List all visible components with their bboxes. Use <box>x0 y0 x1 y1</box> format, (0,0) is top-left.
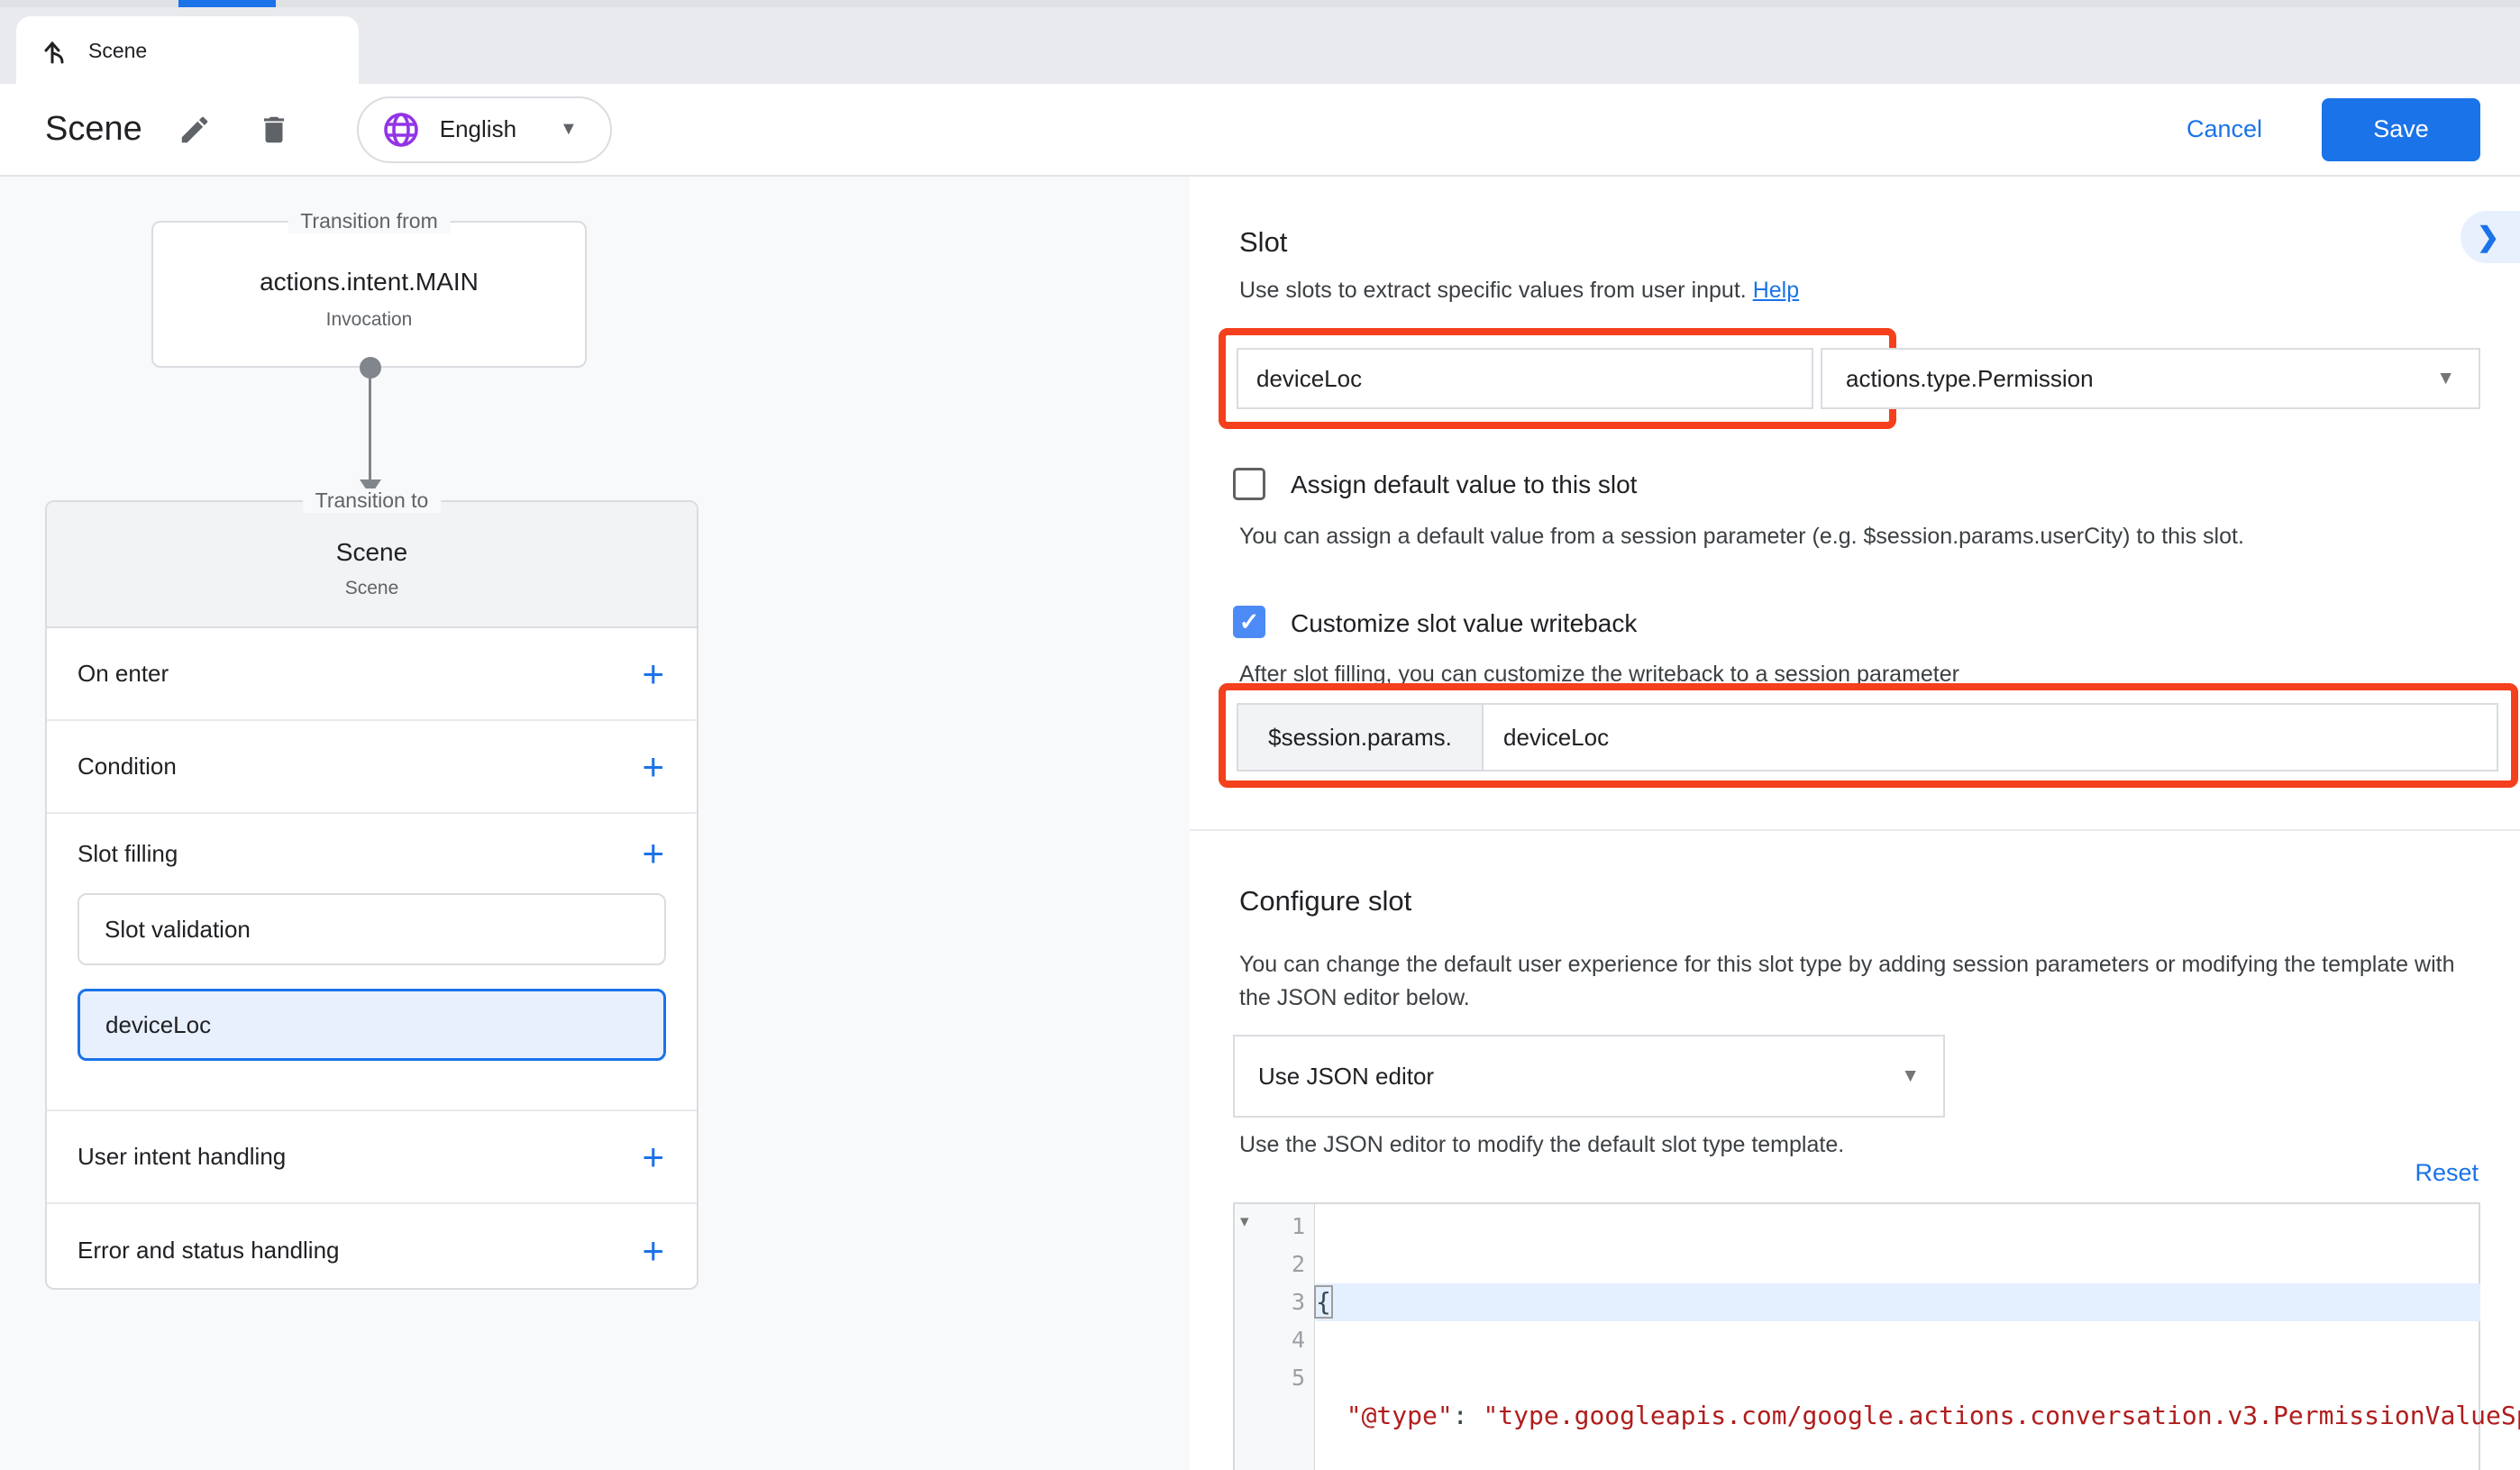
json-editor[interactable]: ▾ 1 2 3 4 5 { "@type": "type.googleapis.… <box>1233 1202 2480 1470</box>
section-on-enter: On enter + <box>47 628 697 721</box>
json-editor-hint: Use the JSON editor to modify the defaul… <box>1239 1132 1844 1158</box>
chevron-down-icon: ▼ <box>560 119 578 140</box>
app-bar: Scene English ▼ Cancel Save <box>0 84 2520 177</box>
edit-scene-button[interactable] <box>168 103 222 157</box>
editor-line-numbers: 1 2 3 4 5 <box>1292 1208 1305 1397</box>
writeback-checkbox[interactable]: ✓ <box>1233 606 1265 638</box>
slot-type-dropdown[interactable]: actions.type.Permission ▼ <box>1821 348 2480 409</box>
section-slot-filling: Slot filling + Slot validation deviceLoc <box>47 814 697 1111</box>
tab-bar: Scene <box>0 7 2520 84</box>
configure-slot-heading: Configure slot <box>1239 885 1411 918</box>
scene-card-header[interactable]: Scene Scene <box>47 502 697 628</box>
transition-from-box[interactable]: Transition from actions.intent.MAIN Invo… <box>151 221 587 368</box>
assign-default-checkbox[interactable] <box>1233 468 1265 500</box>
section-label: Condition <box>78 753 177 781</box>
help-link[interactable]: Help <box>1753 278 1799 303</box>
language-label: English <box>440 115 516 143</box>
slot-description: Use slots to extract specific values fro… <box>1239 278 1799 304</box>
save-button[interactable]: Save <box>2322 98 2480 161</box>
section-condition: Condition + <box>47 721 697 814</box>
assign-default-label: Assign default value to this slot <box>1291 470 1637 499</box>
scene-editor-screen: Scene Scene English ▼ <box>0 0 2520 1470</box>
assign-default-description: You can assign a default value from a se… <box>1239 524 2244 550</box>
intent-name: actions.intent.MAIN <box>153 268 585 297</box>
collapse-panel-button[interactable]: ❯ <box>2461 211 2520 263</box>
section-user-intent-handling: User intent handling + <box>47 1111 697 1204</box>
add-user-intent-button[interactable]: + <box>642 1138 664 1176</box>
slot-name-input[interactable] <box>1237 348 1813 409</box>
section-label: Slot filling <box>78 840 178 868</box>
language-selector[interactable]: English ▼ <box>357 96 612 163</box>
slot-config-mode-dropdown[interactable]: Use JSON editor ▼ <box>1233 1035 1945 1118</box>
transition-to-card: Transition to Scene Scene On enter + Con… <box>45 500 698 1290</box>
top-progress-indicator <box>178 0 276 7</box>
add-condition-button[interactable]: + <box>642 748 664 786</box>
slot-deviceloc-label: deviceLoc <box>105 1011 211 1039</box>
transition-from-legend: Transition from <box>288 209 451 233</box>
code-line: "@type": "type.googleapis.com/google.act… <box>1316 1397 2480 1435</box>
chevron-down-icon: ▼ <box>1901 1065 1920 1087</box>
editor-gutter: ▾ 1 2 3 4 5 <box>1235 1204 1315 1470</box>
scene-diagram-panel: Transition from actions.intent.MAIN Invo… <box>0 177 1190 1470</box>
editor-code[interactable]: { "@type": "type.googleapis.com/google.a… <box>1316 1208 2480 1470</box>
writeback-label: Customize slot value writeback <box>1291 609 1637 638</box>
fold-caret-icon[interactable]: ▾ <box>1240 1211 1249 1232</box>
tab-label: Scene <box>88 39 147 63</box>
chevron-down-icon: ▼ <box>2436 368 2455 389</box>
section-label: User intent handling <box>78 1143 286 1171</box>
scene-subtitle: Scene <box>47 578 697 599</box>
cancel-button[interactable]: Cancel <box>2187 115 2262 143</box>
writeback-field: $session.params. deviceLoc <box>1237 703 2498 772</box>
configure-slot-description: You can change the default user experien… <box>1239 948 2492 1015</box>
writeback-prefix: $session.params. <box>1238 705 1484 770</box>
transition-to-legend: Transition to <box>303 488 442 513</box>
page-title: Scene <box>45 110 142 149</box>
add-slot-button[interactable]: + <box>642 835 664 872</box>
slot-heading: Slot <box>1239 226 1287 259</box>
top-progress-track <box>0 0 2520 7</box>
slot-deviceloc-item[interactable]: deviceLoc <box>78 989 666 1061</box>
tab-scene[interactable]: Scene <box>16 16 359 86</box>
code-line: { <box>1316 1283 2480 1321</box>
connector-line <box>369 368 371 483</box>
add-on-enter-button[interactable]: + <box>642 655 664 693</box>
globe-icon <box>382 111 420 149</box>
add-error-handler-button[interactable]: + <box>642 1232 664 1270</box>
section-divider <box>1190 829 2520 831</box>
slot-type-value: actions.type.Permission <box>1846 365 2094 393</box>
reset-link[interactable]: Reset <box>2307 1159 2479 1187</box>
section-label: On enter <box>78 660 169 688</box>
slot-config-mode-value: Use JSON editor <box>1258 1063 1434 1091</box>
intent-type: Invocation <box>153 309 585 331</box>
slot-validation-item[interactable]: Slot validation <box>78 893 666 965</box>
pencil-icon <box>178 113 212 147</box>
writeback-value-input[interactable]: deviceLoc <box>1484 705 2497 770</box>
slot-validation-label: Slot validation <box>105 916 251 944</box>
section-error-status-handling: Error and status handling + <box>47 1204 697 1297</box>
scene-merge-icon <box>40 36 70 67</box>
trash-icon <box>257 113 291 147</box>
slot-detail-panel: ❯ Slot Use slots to extract specific val… <box>1190 177 2520 1470</box>
chevron-right-icon: ❯ <box>2477 222 2499 253</box>
check-icon: ✓ <box>1239 608 1260 636</box>
delete-scene-button[interactable] <box>247 103 301 157</box>
section-label: Error and status handling <box>78 1237 340 1265</box>
